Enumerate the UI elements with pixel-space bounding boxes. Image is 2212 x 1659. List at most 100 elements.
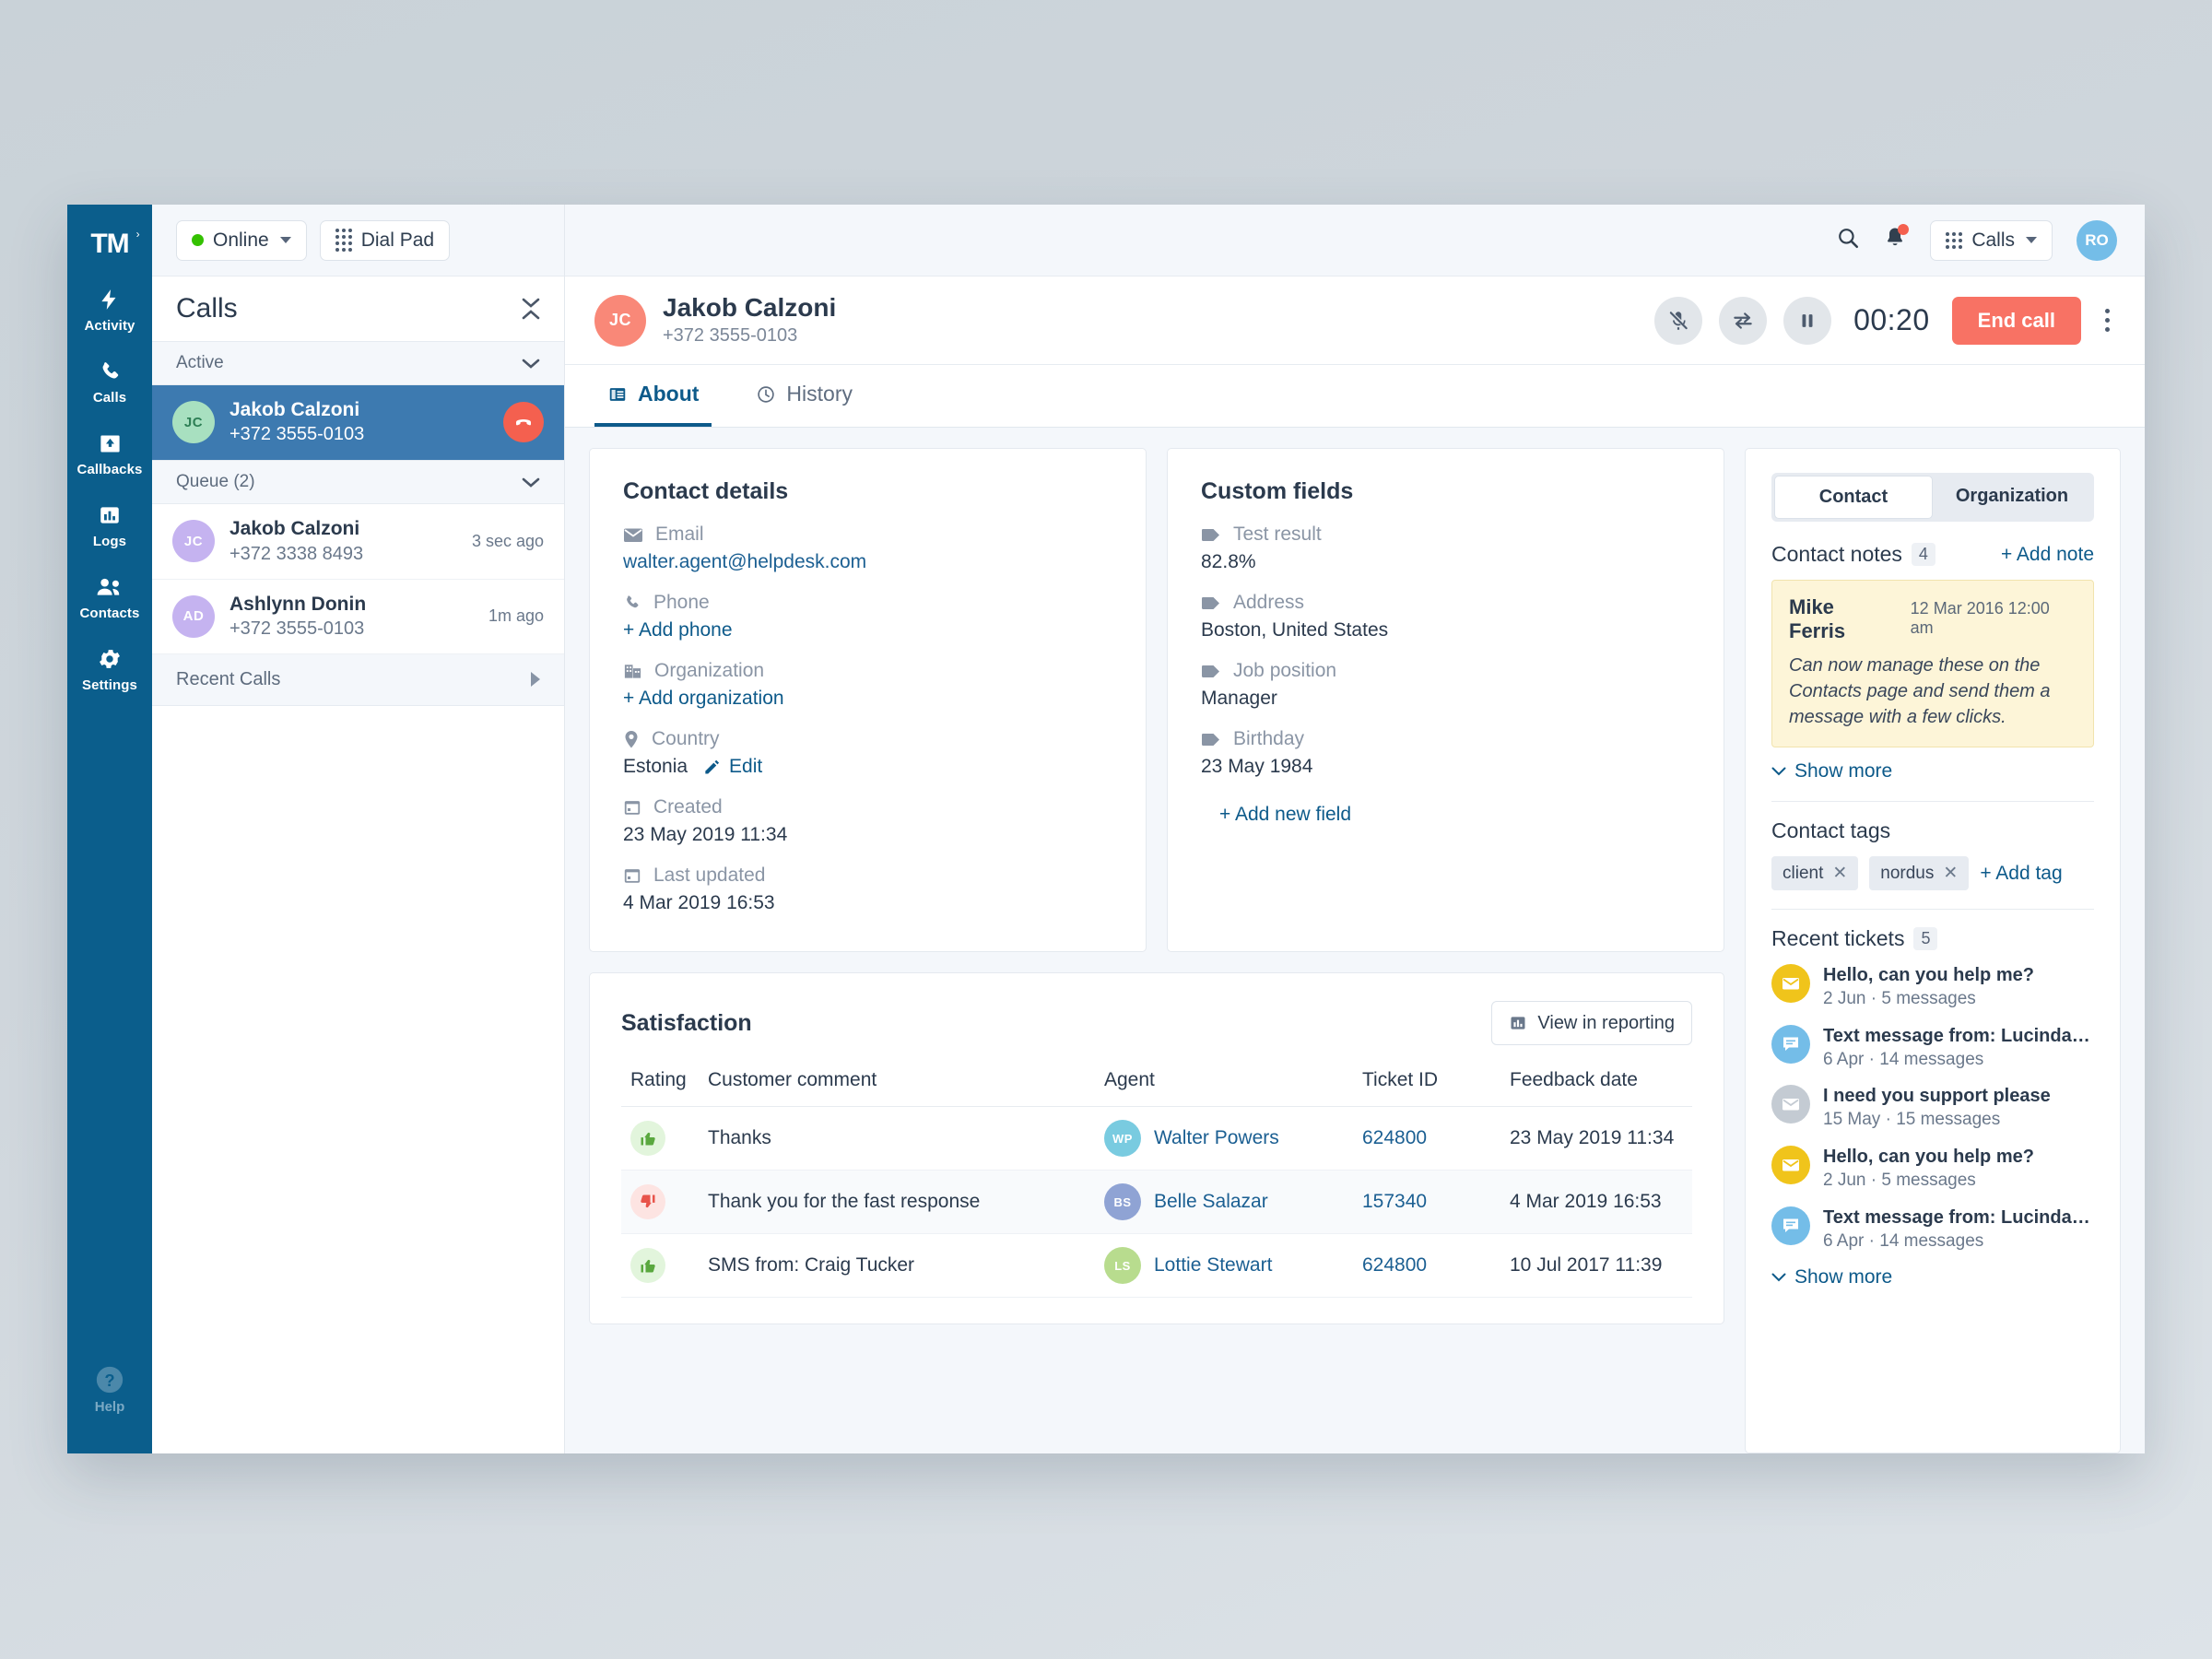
table-row[interactable]: Thank you for the fast response BS Belle… [621, 1170, 1692, 1234]
more-options-icon[interactable] [2098, 303, 2117, 337]
ticket-id-link[interactable]: 157340 [1362, 1191, 1427, 1212]
ticket-id-link[interactable]: 624800 [1362, 1254, 1427, 1276]
end-call-button[interactable]: End call [1951, 296, 2081, 345]
contact-organization-toggle: Contact Organization [1771, 473, 2094, 522]
custom-fields-card: Custom fields Test result 82.8% Address … [1167, 448, 1724, 952]
tag-chip[interactable]: nordus ✕ [1869, 856, 1970, 890]
custom-field-job-position: Job position Manager [1201, 660, 1690, 710]
add-tag-button[interactable]: + Add tag [1980, 863, 2062, 885]
sidebar-item-help[interactable]: ? Help [67, 1364, 152, 1415]
table-row[interactable]: Thanks WP Walter Powers 624800 23 May 20… [621, 1106, 1692, 1171]
remove-tag-icon[interactable]: ✕ [1832, 863, 1847, 884]
agent-name[interactable]: Walter Powers [1154, 1127, 1279, 1149]
group-header-active[interactable]: Active [152, 341, 564, 385]
email-value[interactable]: walter.agent@helpdesk.com [623, 551, 866, 573]
avatar: JC [172, 401, 215, 444]
about-card-icon [609, 387, 626, 401]
segment-contact[interactable]: Contact [1774, 476, 1933, 519]
group-header-queue[interactable]: Queue (2) [152, 460, 564, 505]
queue-row[interactable]: JC Jakob Calzoni +372 3338 8493 3 sec ag… [152, 504, 564, 580]
notification-badge [1898, 224, 1910, 235]
add-organization-link[interactable]: + Add organization [623, 688, 784, 710]
call-header-name: Jakob Calzoni [663, 293, 837, 323]
tag-label: client [1783, 863, 1824, 883]
satisfaction-title: Satisfaction [621, 1009, 752, 1036]
col-feedback-date: Feedback date [1500, 1064, 1692, 1107]
custom-field-birthday: Birthday 23 May 1984 [1201, 728, 1690, 778]
sidebar-item-logs[interactable]: Logs [67, 487, 152, 559]
search-icon[interactable] [1836, 226, 1860, 254]
tickets-show-more[interactable]: Show more [1771, 1266, 2094, 1288]
ticket-subject: Hello, can you help me? [1823, 965, 2034, 985]
custom-field-address: Address Boston, United States [1201, 592, 1690, 641]
sidebar-item-calls[interactable]: Calls [67, 343, 152, 415]
sidebar-item-settings[interactable]: Settings [67, 630, 152, 702]
recent-calls-label: Recent Calls [176, 668, 281, 689]
status-label: Online [213, 229, 269, 251]
add-note-button[interactable]: + Add note [2001, 544, 2094, 566]
note-author: Mike Ferris [1789, 595, 1846, 642]
pin-icon [625, 730, 638, 747]
add-phone-link[interactable]: + Add phone [623, 619, 733, 641]
add-new-field-link[interactable]: + Add new field [1219, 804, 1351, 826]
remove-tag-icon[interactable]: ✕ [1943, 863, 1958, 884]
mute-button[interactable] [1654, 296, 1703, 345]
hangup-button[interactable] [503, 402, 544, 443]
ticket-list-item[interactable]: I need you support please 15 May · 15 mes… [1771, 1085, 2094, 1132]
status-selector[interactable]: Online [176, 219, 307, 261]
recent-tickets-title: Recent tickets [1771, 926, 1905, 950]
tag-chip[interactable]: client ✕ [1771, 856, 1859, 890]
col-rating: Rating [621, 1064, 699, 1107]
field-email: Email walter.agent@helpdesk.com [623, 524, 1112, 573]
dial-pad-button[interactable]: Dial Pad [319, 219, 451, 261]
calls-panel-header: Calls [152, 276, 564, 341]
segment-organization[interactable]: Organization [1933, 476, 2091, 519]
people-icon [67, 573, 152, 601]
comment-cell: SMS from: Craig Tucker [699, 1233, 1095, 1298]
field-label: Birthday [1233, 728, 1305, 749]
logo-text: TM [90, 229, 129, 259]
show-more-label: Show more [1794, 1266, 1893, 1288]
ticket-list-item[interactable]: Text message from: Lucinda Mc... 6 Apr · … [1771, 1206, 2094, 1253]
sidebar-item-callbacks[interactable]: Callbacks [67, 415, 152, 487]
user-avatar[interactable]: RO [2077, 219, 2117, 261]
note-card[interactable]: Mike Ferris 12 Mar 2016 12:00 am Can now… [1771, 580, 2094, 747]
queue-contact-phone: +372 3555-0103 [229, 618, 365, 639]
agent-name[interactable]: Lottie Stewart [1154, 1254, 1272, 1277]
chevron-down-icon [1771, 1273, 1786, 1282]
collapse-expand-icon[interactable] [522, 298, 540, 320]
view-in-reporting-button[interactable]: View in reporting [1491, 1001, 1692, 1045]
country-value: Estonia [623, 756, 688, 777]
tab-history[interactable]: History [743, 365, 865, 427]
note-body: Can now manage these on the Contacts pag… [1789, 655, 2051, 727]
field-label: Test result [1233, 524, 1322, 545]
rating-thumbs-up-icon [630, 1121, 665, 1156]
app-switcher[interactable]: Calls [1930, 219, 2053, 261]
sidebar-label-contacts: Contacts [79, 606, 140, 621]
notifications-button[interactable] [1884, 224, 1910, 254]
ticket-list-item[interactable]: Hello, can you help me? 2 Jun · 5 message… [1771, 964, 2094, 1011]
gear-icon [67, 645, 152, 673]
call-row-active[interactable]: JC Jakob Calzoni +372 3555-0103 [152, 385, 564, 461]
ticket-id-link[interactable]: 624800 [1362, 1127, 1427, 1148]
field-last-updated: Last updated 4 Mar 2019 16:53 [623, 865, 1112, 914]
pause-button[interactable] [1783, 296, 1832, 345]
transfer-button[interactable] [1719, 296, 1768, 345]
tag-icon [1202, 528, 1219, 541]
call-timer: 00:20 [1853, 303, 1930, 336]
recent-calls-link[interactable]: Recent Calls [152, 653, 564, 706]
ticket-list-item[interactable]: Text message from: Lucinda Mc... 6 Apr · … [1771, 1024, 2094, 1072]
notes-show-more[interactable]: Show more [1771, 760, 2094, 782]
avatar: AD [172, 594, 215, 638]
agent-name[interactable]: Belle Salazar [1154, 1191, 1268, 1213]
feedback-date: 23 May 2019 11:34 [1500, 1106, 1692, 1171]
ticket-list-item[interactable]: Hello, can you help me? 2 Jun · 5 message… [1771, 1145, 2094, 1193]
table-row[interactable]: SMS from: Craig Tucker LS Lottie Stewart… [621, 1233, 1692, 1298]
tag-icon [1202, 665, 1219, 677]
sidebar-item-activity[interactable]: Activity [67, 271, 152, 343]
sidebar-item-contacts[interactable]: Contacts [67, 559, 152, 630]
edit-country-button[interactable]: Edit [702, 756, 762, 778]
queue-row[interactable]: AD Ashlynn Donin +372 3555-0103 1m ago [152, 579, 564, 654]
tab-about[interactable]: About [594, 365, 712, 427]
avatar: JC [172, 520, 215, 563]
